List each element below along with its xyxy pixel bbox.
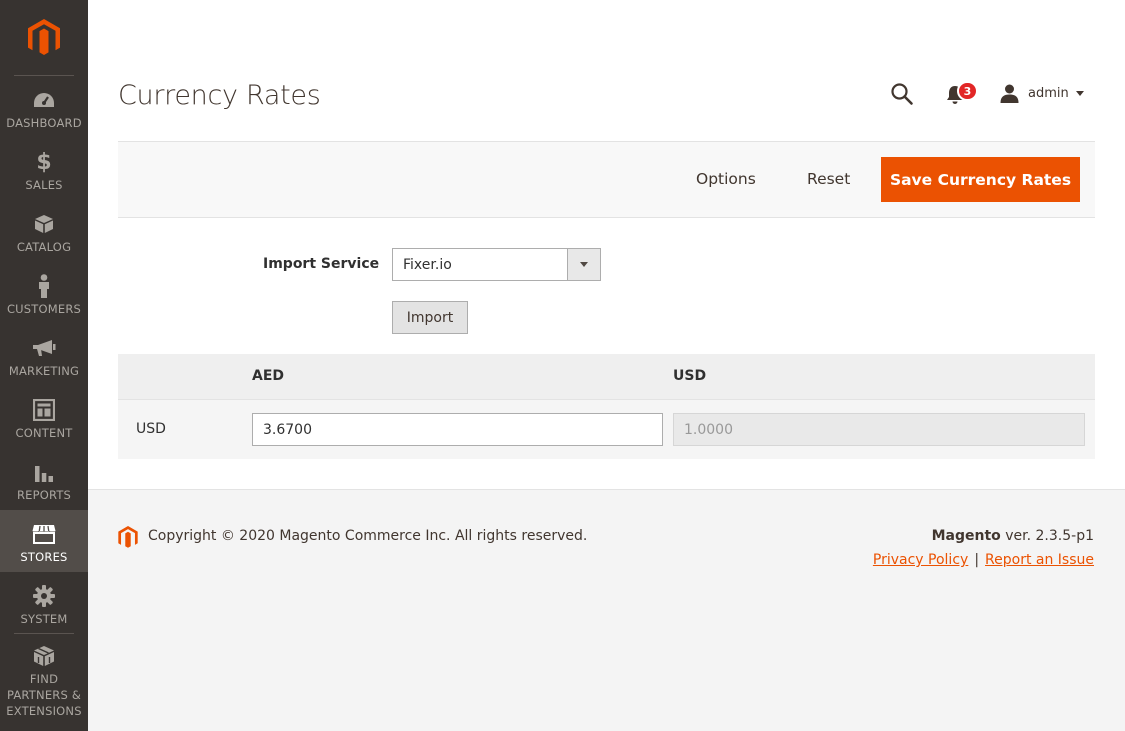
megaphone-icon <box>32 336 56 360</box>
sidebar-item-label: CONTENT <box>15 426 73 440</box>
sidebar-item-sales[interactable]: $ SALES <box>0 138 88 200</box>
user-icon <box>1000 84 1019 103</box>
magento-footer-logo-icon <box>118 526 138 548</box>
link-separator: | <box>974 552 980 568</box>
page-footer: Copyright © 2020 Magento Commerce Inc. A… <box>88 489 1125 731</box>
footer-links: Privacy Policy | Report an Issue <box>873 552 1094 568</box>
options-button[interactable]: Options <box>696 157 756 201</box>
bar-chart-icon <box>34 460 54 484</box>
sidebar-item-label: FIND PARTNERS & EXTENSIONS <box>6 671 81 719</box>
page-title: Currency Rates <box>118 80 321 111</box>
cubes-icon <box>33 644 55 668</box>
sidebar-item-catalog[interactable]: CATALOG <box>0 200 88 262</box>
sidebar-item-system[interactable]: SYSTEM <box>0 572 88 634</box>
report-issue-link[interactable]: Report an Issue <box>985 552 1094 568</box>
row-currency-label: USD <box>136 421 166 437</box>
rate-input-usd-aed[interactable] <box>252 413 663 446</box>
gear-icon <box>33 584 55 608</box>
sidebar-item-marketing[interactable]: MARKETING <box>0 324 88 386</box>
copyright-text: Copyright © 2020 Magento Commerce Inc. A… <box>148 528 588 544</box>
sidebar-item-stores[interactable]: STORES <box>0 510 88 572</box>
rate-input-usd-usd <box>673 413 1085 446</box>
sidebar-item-label: DASHBOARD <box>6 116 82 130</box>
sidebar-item-label: CUSTOMERS <box>6 302 82 316</box>
nav-divider <box>14 633 74 634</box>
label-line: EXTENSIONS <box>6 704 82 718</box>
select-arrow <box>567 249 600 280</box>
sidebar-item-label: REPORTS <box>16 488 72 502</box>
sidebar-item-label: CATALOG <box>16 240 72 254</box>
brand-name: Magento <box>931 528 1001 544</box>
save-currency-rates-button[interactable]: Save Currency Rates <box>881 157 1080 202</box>
chevron-down-icon <box>1075 90 1084 96</box>
admin-user-menu[interactable]: admin <box>1000 82 1084 104</box>
magento-logo-icon <box>28 19 60 55</box>
privacy-policy-link[interactable]: Privacy Policy <box>873 552 968 568</box>
sidebar-item-reports[interactable]: REPORTS <box>0 448 88 510</box>
label-line: FIND <box>29 672 59 686</box>
search-icon <box>891 83 913 105</box>
box-icon <box>34 212 54 236</box>
page-actions-bar: Options Reset Save Currency Rates <box>118 141 1095 218</box>
sidebar-item-find-partners[interactable]: FIND PARTNERS & EXTENSIONS <box>0 635 88 731</box>
version-text: ver. 2.3.5-p1 <box>1005 528 1094 544</box>
import-service-label: Import Service <box>263 256 380 272</box>
person-icon <box>37 274 51 298</box>
sidebar-item-label: STORES <box>20 550 68 564</box>
magento-logo[interactable] <box>0 0 88 76</box>
reset-button[interactable]: Reset <box>807 157 850 201</box>
admin-username: admin <box>1028 85 1069 101</box>
notifications-count-badge: 3 <box>957 81 978 101</box>
table-row: USD <box>118 399 1095 459</box>
version-info: Magento ver. 2.3.5-p1 <box>932 528 1094 544</box>
dollar-icon: $ <box>36 149 52 175</box>
storefront-icon <box>32 522 56 546</box>
admin-sidebar: DASHBOARD $ SALES CATALOG CUSTOMERS MARK… <box>0 0 88 731</box>
import-button[interactable]: Import <box>392 301 468 334</box>
global-search-button[interactable] <box>890 82 914 106</box>
label-line: PARTNERS & <box>6 688 81 702</box>
dashboard-icon <box>33 88 55 112</box>
rates-table-header: AED USD <box>118 354 1095 399</box>
chevron-down-icon <box>580 262 588 267</box>
sidebar-item-content[interactable]: CONTENT <box>0 386 88 448</box>
sidebar-item-label: MARKETING <box>8 364 80 378</box>
sidebar-item-label: SALES <box>25 178 63 192</box>
column-header: USD <box>673 368 707 384</box>
layout-icon <box>33 398 55 422</box>
import-service-select[interactable]: Fixer.io <box>392 248 601 281</box>
sidebar-item-label: SYSTEM <box>20 612 68 626</box>
column-header: AED <box>252 368 285 384</box>
import-service-value: Fixer.io <box>403 256 452 273</box>
sidebar-item-dashboard[interactable]: DASHBOARD <box>0 76 88 138</box>
sidebar-item-customers[interactable]: CUSTOMERS <box>0 262 88 324</box>
